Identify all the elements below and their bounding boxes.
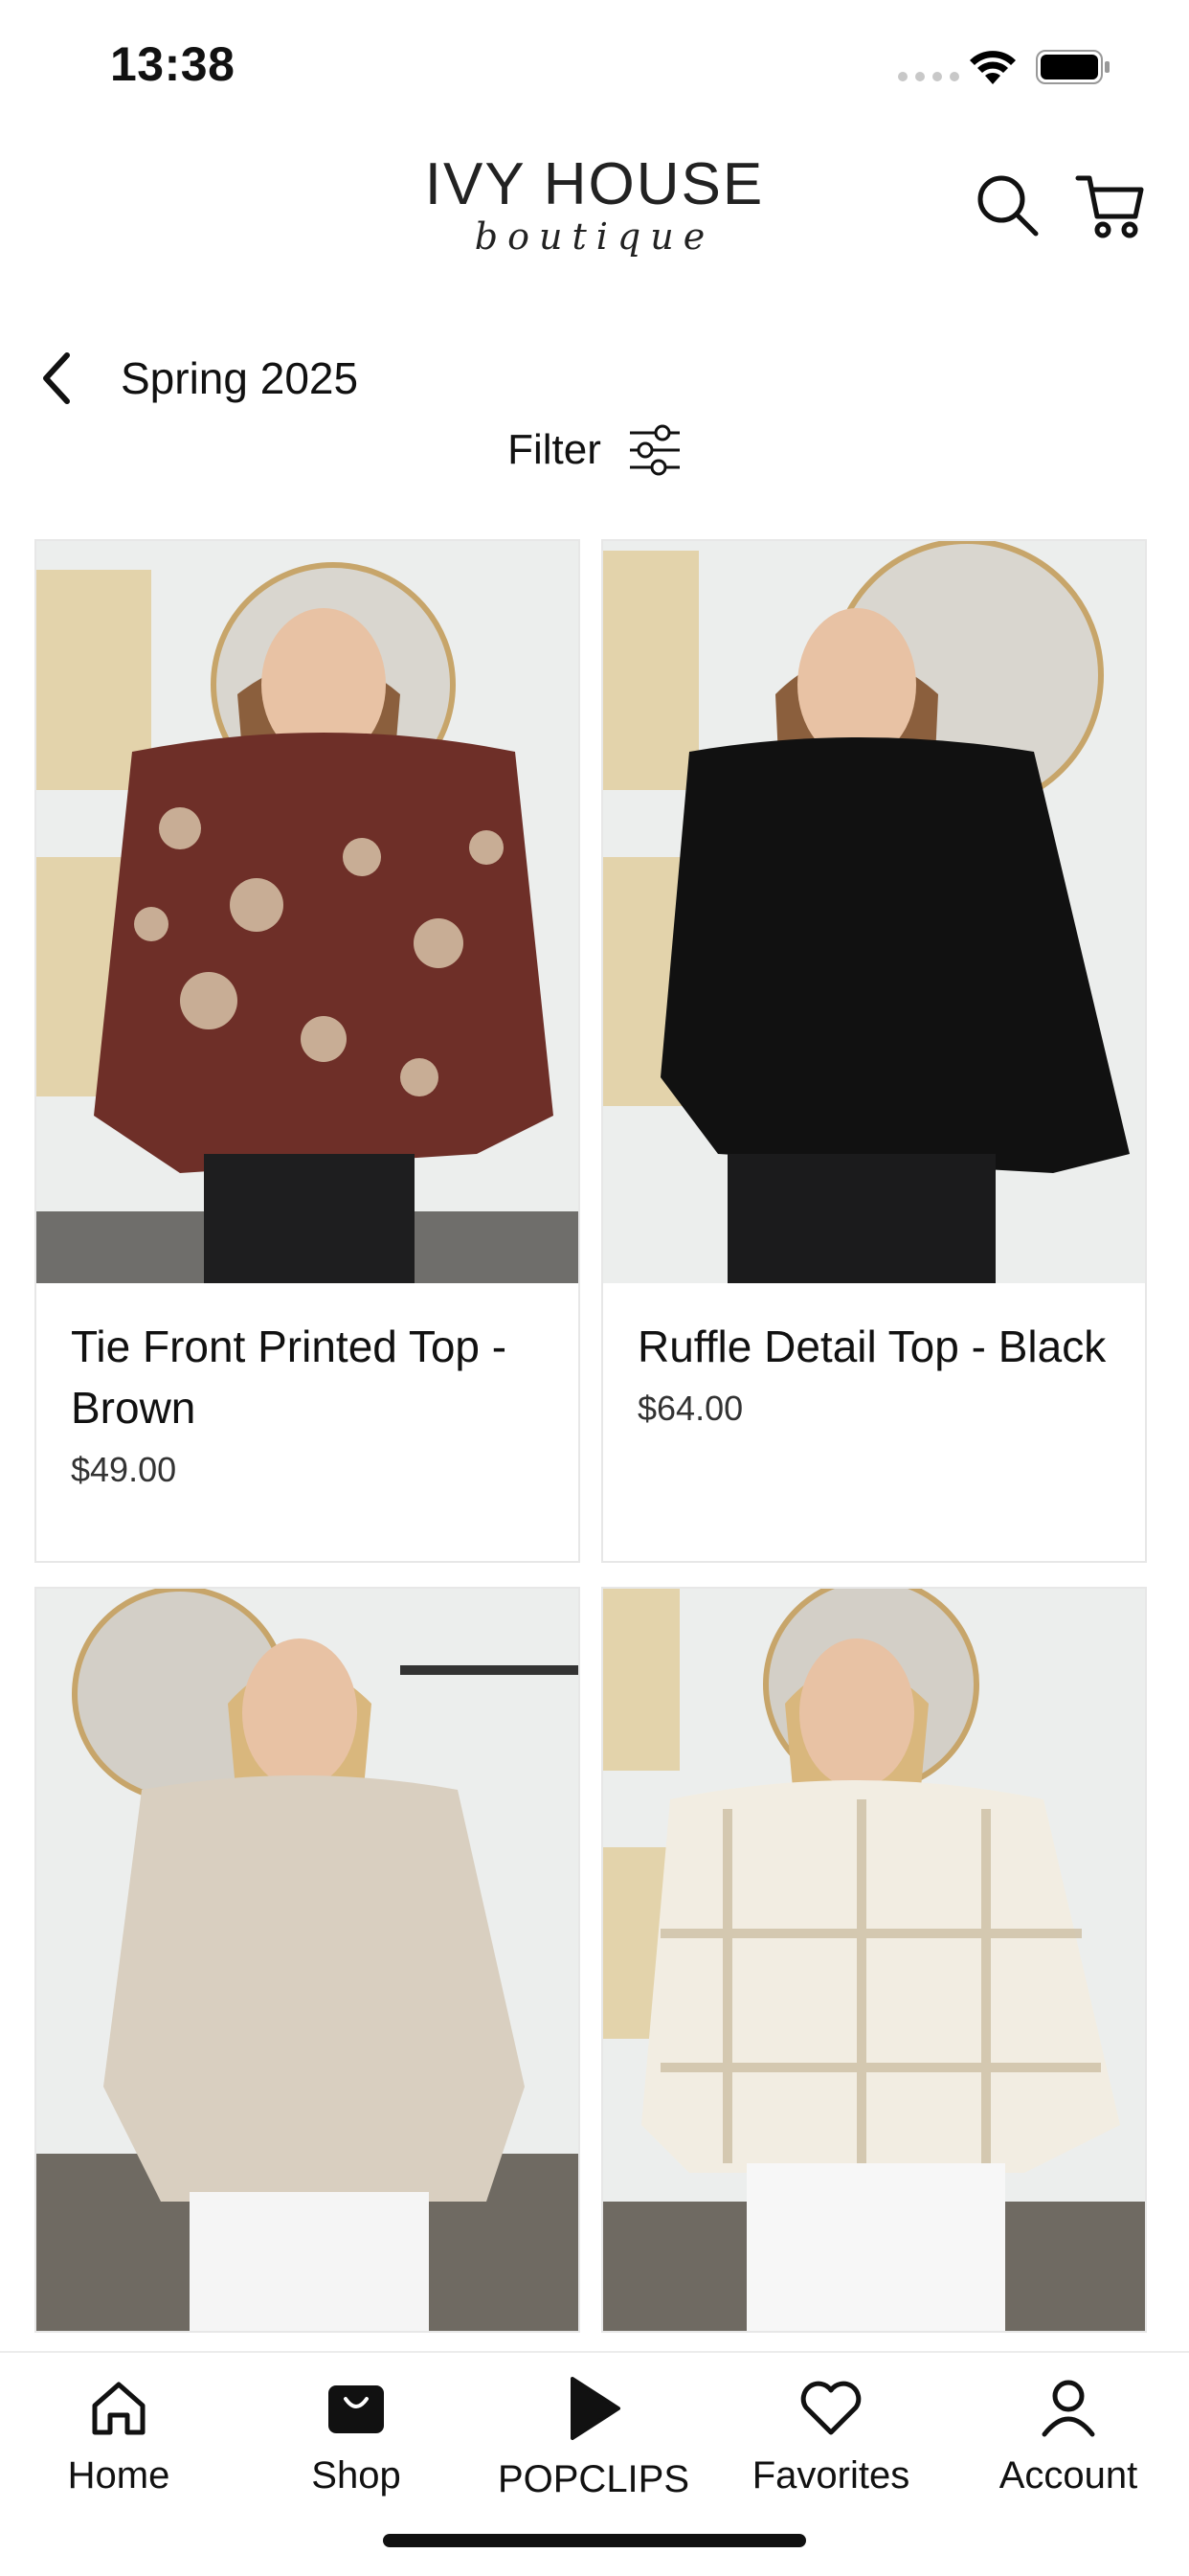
tab-home[interactable]: Home (0, 2370, 237, 2497)
product-card[interactable]: Tie Front Printed Top - Brown $49.00 (34, 539, 580, 1563)
cellular-signal-icon (898, 72, 959, 81)
battery-icon (1036, 50, 1110, 84)
tab-label: Shop (311, 2454, 401, 2497)
chevron-left-icon (43, 352, 70, 404)
product-photo-plaid-sweater (603, 1589, 1145, 2331)
tab-account[interactable]: Account (950, 2370, 1187, 2497)
home-indicator[interactable] (383, 2534, 806, 2547)
heart-icon (800, 2381, 862, 2435)
person-icon (1042, 2380, 1095, 2437)
app-header: IVY HOUSE boutique (0, 134, 1189, 297)
tab-popclips[interactable]: POPCLIPS (475, 2370, 712, 2501)
tab-label: Favorites (752, 2454, 910, 2497)
shop-bag-icon (328, 2385, 384, 2433)
product-photo-taupe-top (36, 1589, 578, 2331)
wifi-icon (970, 51, 1016, 84)
search-icon[interactable] (975, 172, 1042, 239)
sliders-icon (629, 424, 680, 476)
filter-button[interactable]: Filter (0, 417, 1189, 484)
product-photo-black-top (603, 541, 1145, 1283)
product-name: Tie Front Printed Top - Brown (71, 1322, 507, 1433)
tab-favorites[interactable]: Favorites (712, 2370, 950, 2497)
tab-shop[interactable]: Shop (237, 2370, 475, 2497)
status-time: 13:38 (110, 37, 236, 91)
product-price: $64.00 (638, 1389, 744, 1428)
product-image[interactable] (603, 541, 1145, 1283)
product-name: Ruffle Detail Top - Black (638, 1322, 1107, 1371)
product-image[interactable] (36, 1589, 578, 2331)
page-title: Spring 2025 (121, 353, 359, 403)
cart-icon[interactable] (1074, 170, 1147, 241)
product-photo-brown-top (36, 541, 578, 1283)
back-button[interactable] (38, 345, 96, 412)
product-card[interactable] (601, 1587, 1147, 2333)
product-card[interactable]: Ruffle Detail Top - Black $64.00 (601, 539, 1147, 1563)
product-card[interactable] (34, 1587, 580, 2333)
tab-label: Account (998, 2454, 1138, 2497)
tab-label: POPCLIPS (497, 2458, 690, 2500)
filter-label: Filter (507, 426, 601, 473)
tab-label: Home (67, 2454, 170, 2497)
collection-header: Spring 2025 (38, 345, 358, 412)
play-icon (571, 2377, 620, 2440)
product-image[interactable] (603, 1589, 1145, 2331)
home-icon (92, 2382, 146, 2435)
product-image[interactable] (36, 541, 578, 1283)
product-price: $49.00 (71, 1450, 177, 1489)
status-bar: 13:38 (0, 0, 1189, 134)
